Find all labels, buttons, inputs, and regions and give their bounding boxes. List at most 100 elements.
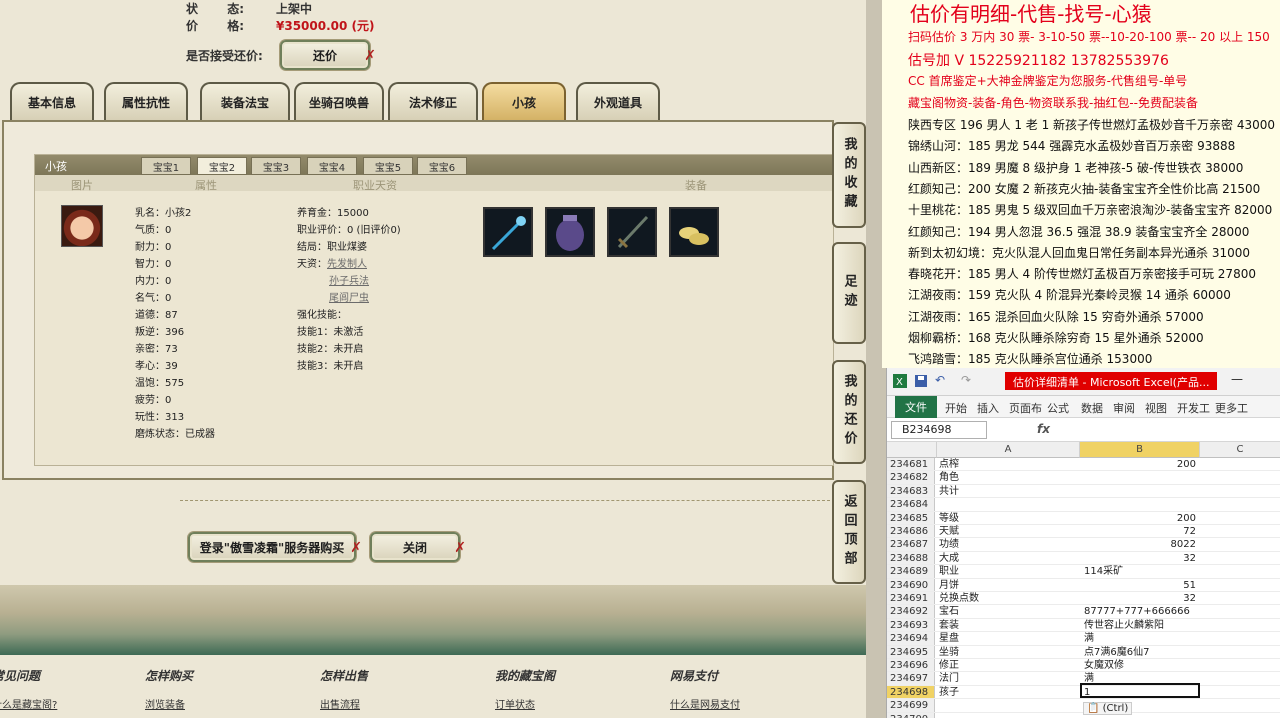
menu-more-tools[interactable]: 更多工 bbox=[1215, 400, 1248, 416]
tab-mounts[interactable]: 坐骑召唤兽 bbox=[294, 82, 384, 120]
sheet-row[interactable]: 234685 等级 200 bbox=[887, 511, 1280, 525]
back-to-top-button[interactable]: 返回顶部 bbox=[832, 480, 866, 584]
tab-basic-info[interactable]: 基本信息 bbox=[10, 82, 94, 120]
my-favorites-button[interactable]: 我的收藏 bbox=[832, 122, 866, 228]
cell-b[interactable]: 114采矿 bbox=[1081, 565, 1199, 578]
sheet-row[interactable]: 234686 天赋 72 bbox=[887, 525, 1280, 539]
menu-page-layout[interactable]: 页面布 bbox=[1009, 400, 1042, 416]
cell-a[interactable]: 功绩 bbox=[937, 538, 1079, 551]
row-number[interactable]: 234689 bbox=[887, 565, 935, 578]
footer-link[interactable]: 出售流程 bbox=[320, 696, 368, 711]
subtab-baby-4[interactable]: 宝宝4 bbox=[307, 157, 357, 175]
tab-equipment[interactable]: 装备法宝 bbox=[200, 82, 290, 120]
col-header-b[interactable]: B bbox=[1080, 442, 1200, 458]
cell-a[interactable]: 兑换点数 bbox=[937, 592, 1079, 605]
row-number[interactable]: 234697 bbox=[887, 672, 935, 685]
cell-a[interactable]: 大成 bbox=[937, 552, 1079, 565]
menu-formulas[interactable]: 公式 bbox=[1047, 400, 1069, 416]
cell-a[interactable]: 月饼 bbox=[937, 579, 1079, 592]
sheet-row[interactable]: 234682 角色 bbox=[887, 471, 1280, 485]
menu-developer[interactable]: 开发工 bbox=[1177, 400, 1210, 416]
save-icon[interactable] bbox=[915, 375, 927, 387]
cell-a[interactable]: 共计 bbox=[937, 485, 1079, 498]
talent-link[interactable]: 先发制人 bbox=[327, 259, 367, 270]
row-number[interactable]: 234693 bbox=[887, 618, 935, 632]
cell-b[interactable]: 8022 bbox=[1081, 538, 1199, 551]
sheet-row[interactable]: 234689 职业 114采矿 bbox=[887, 565, 1280, 579]
cell-b[interactable]: 点7满6魔6仙7 bbox=[1081, 646, 1199, 659]
sheet-row[interactable]: 234693 套装 传世容止火麟紫阳 bbox=[887, 618, 1280, 633]
footer-link[interactable]: 浏览装备 bbox=[145, 696, 193, 711]
undo-icon[interactable]: ↶ bbox=[935, 373, 945, 387]
cell-b[interactable]: 满 bbox=[1081, 632, 1199, 645]
sheet-row[interactable]: 234690 月饼 51 bbox=[887, 578, 1280, 592]
tab-attributes[interactable]: 属性抗性 bbox=[104, 82, 188, 120]
cell-a[interactable]: 星盘 bbox=[937, 632, 1079, 645]
cell-b[interactable]: 87777+777+666666 bbox=[1081, 605, 1199, 618]
row-number[interactable]: 234699 bbox=[887, 699, 935, 712]
row-number[interactable]: 234687 bbox=[887, 538, 935, 551]
footprint-button[interactable]: 足迹 bbox=[832, 242, 866, 344]
cell-a[interactable]: 坐骑 bbox=[937, 646, 1079, 659]
footer-link[interactable]: 什么是藏宝阁? bbox=[0, 696, 57, 711]
col-header-a[interactable]: A bbox=[937, 442, 1080, 458]
cell-b[interactable]: 200 bbox=[1081, 458, 1199, 471]
row-number[interactable]: 234692 bbox=[887, 605, 935, 618]
close-button[interactable]: 关闭 ✗ bbox=[370, 532, 466, 562]
tab-appearance[interactable]: 外观道具 bbox=[576, 82, 660, 120]
row-number[interactable]: 234691 bbox=[887, 592, 935, 605]
sheet-row[interactable]: 234687 功绩 8022 bbox=[887, 538, 1280, 552]
col-header-c[interactable]: C bbox=[1200, 442, 1280, 458]
cell-b[interactable]: 32 bbox=[1081, 592, 1199, 605]
redo-icon[interactable]: ↷ bbox=[961, 373, 971, 387]
cell-a[interactable]: 修正 bbox=[937, 659, 1079, 672]
equipment-slot-shoes[interactable] bbox=[669, 207, 719, 257]
menu-data[interactable]: 数据 bbox=[1081, 400, 1103, 416]
cell-b[interactable]: 200 bbox=[1081, 512, 1199, 525]
sheet-row[interactable]: 234683 共计 bbox=[887, 484, 1280, 499]
row-number[interactable]: 234688 bbox=[887, 551, 935, 565]
row-number[interactable]: 234686 bbox=[887, 525, 935, 538]
row-number[interactable]: 234695 bbox=[887, 645, 935, 658]
file-tab[interactable]: 文件 bbox=[895, 396, 937, 418]
subtab-baby-3[interactable]: 宝宝3 bbox=[251, 157, 301, 175]
counter-offer-button[interactable]: 还价 ✗ bbox=[280, 40, 376, 70]
row-number[interactable]: 234690 bbox=[887, 578, 935, 591]
subtab-baby-2[interactable]: 宝宝2 bbox=[197, 157, 247, 175]
footer-link[interactable]: 订单状态 bbox=[495, 696, 555, 711]
login-buy-button[interactable]: 登录"傲雪凌霜"服务器购买 ✗ bbox=[188, 532, 362, 562]
sheet-row[interactable]: 234681 点榨 200 bbox=[887, 458, 1280, 472]
row-number[interactable]: 234694 bbox=[887, 632, 935, 645]
row-number[interactable]: 234681 bbox=[887, 458, 935, 471]
menu-review[interactable]: 审阅 bbox=[1113, 400, 1135, 416]
cell-b[interactable]: 32 bbox=[1081, 552, 1199, 565]
row-number[interactable]: 234684 bbox=[887, 498, 935, 511]
equipment-slot-sword[interactable] bbox=[607, 207, 657, 257]
sheet-row[interactable]: 234691 兑换点数 32 bbox=[887, 592, 1280, 606]
talent-link[interactable]: 孙子兵法 bbox=[329, 276, 369, 287]
cell-b[interactable]: 51 bbox=[1081, 579, 1199, 592]
cell-b[interactable]: 传世容止火麟紫阳 bbox=[1081, 619, 1199, 632]
select-all-corner[interactable] bbox=[887, 442, 937, 458]
equipment-slot-wand[interactable] bbox=[483, 207, 533, 257]
sheet-row[interactable]: 234696 修正 女魔双修 bbox=[887, 659, 1280, 673]
menu-home[interactable]: 开始 bbox=[945, 400, 967, 416]
equipment-slot-armor[interactable] bbox=[545, 207, 595, 257]
menu-view[interactable]: 视图 bbox=[1145, 400, 1167, 416]
cell-a[interactable]: 法门 bbox=[937, 672, 1079, 685]
subtab-baby-5[interactable]: 宝宝5 bbox=[363, 157, 413, 175]
cell-a[interactable]: 宝石 bbox=[937, 605, 1079, 618]
minimize-icon[interactable]: — bbox=[1231, 372, 1243, 386]
sheet-row[interactable]: 234684 bbox=[887, 498, 1280, 512]
cell-a[interactable]: 套装 bbox=[937, 619, 1079, 632]
subtab-baby-6[interactable]: 宝宝6 bbox=[417, 157, 467, 175]
footer-link[interactable]: 什么是网易支付 bbox=[670, 696, 740, 711]
row-number[interactable]: 234685 bbox=[887, 511, 935, 524]
row-number[interactable]: 234698 bbox=[887, 685, 935, 699]
cell-a[interactable]: 点榨 bbox=[937, 458, 1079, 471]
menu-insert[interactable]: 插入 bbox=[977, 400, 999, 416]
cell-a[interactable]: 角色 bbox=[937, 471, 1079, 484]
sheet-row[interactable]: 234688 大成 32 bbox=[887, 551, 1280, 566]
subtab-baby-1[interactable]: 宝宝1 bbox=[141, 157, 191, 175]
cell-a[interactable]: 职业 bbox=[937, 565, 1079, 578]
